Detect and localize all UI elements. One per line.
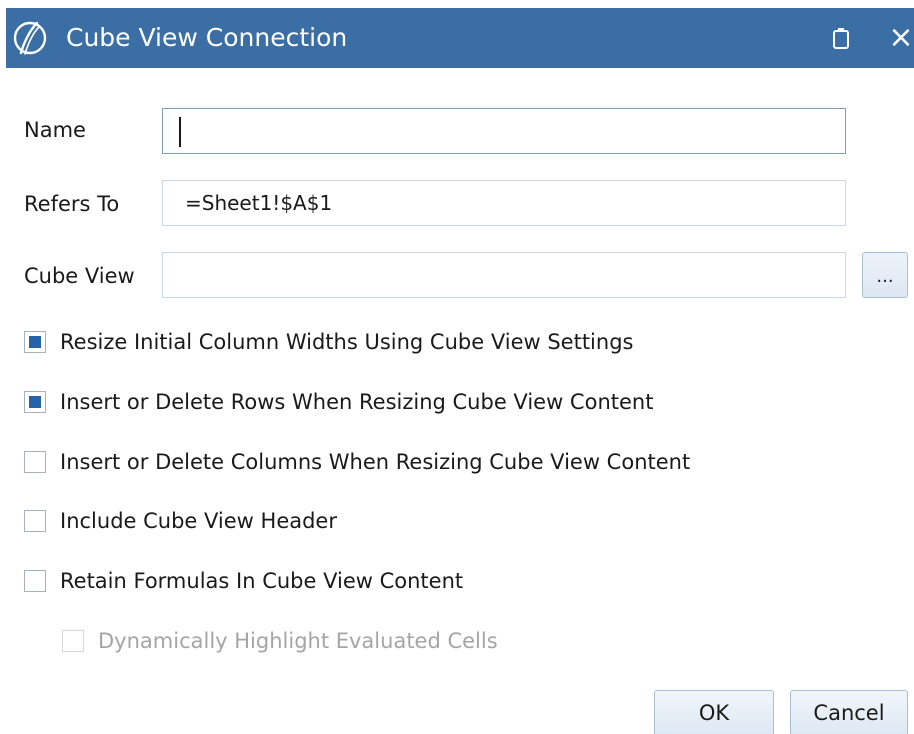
cube-view-input[interactable] [162, 252, 846, 298]
title-bar: Cube View Connection × [0, 0, 914, 68]
text-caret [179, 117, 181, 147]
option-include-header[interactable]: Include Cube View Header [24, 509, 337, 533]
dialog-title: Cube View Connection [66, 23, 348, 52]
restore-icon [833, 28, 849, 49]
cube-view-label: Cube View [24, 264, 135, 288]
option-label: Retain Formulas In Cube View Content [60, 569, 464, 593]
onestream-logo-icon [13, 21, 47, 55]
name-input[interactable] [162, 108, 846, 154]
option-checkbox[interactable] [24, 391, 46, 413]
close-icon: × [888, 20, 914, 55]
option-highlight-evaluated-cells: Dynamically Highlight Evaluated Cells [62, 629, 498, 653]
refers-to-input[interactable] [162, 180, 846, 226]
option-label: Insert or Delete Columns When Resizing C… [60, 450, 691, 474]
option-checkbox [62, 630, 84, 652]
name-label: Name [24, 118, 86, 142]
option-insert-delete-columns[interactable]: Insert or Delete Columns When Resizing C… [24, 450, 690, 474]
option-label: Insert or Delete Rows When Resizing Cube… [60, 390, 654, 414]
option-retain-formulas[interactable]: Retain Formulas In Cube View Content [24, 569, 463, 593]
ok-button[interactable]: OK [654, 690, 774, 734]
option-checkbox[interactable] [24, 331, 46, 353]
option-checkbox[interactable] [24, 510, 46, 532]
refers-to-label: Refers To [24, 192, 120, 216]
option-checkbox[interactable] [24, 451, 46, 473]
option-insert-delete-rows[interactable]: Insert or Delete Rows When Resizing Cube… [24, 390, 653, 414]
close-button[interactable]: × [886, 18, 914, 58]
option-label: Resize Initial Column Widths Using Cube … [60, 330, 634, 354]
option-resize-column-widths[interactable]: Resize Initial Column Widths Using Cube … [24, 330, 633, 354]
option-checkbox[interactable] [24, 570, 46, 592]
restore-button[interactable] [826, 18, 856, 58]
cancel-button[interactable]: Cancel [790, 690, 908, 734]
option-label: Include Cube View Header [60, 509, 337, 533]
cube-view-browse-button[interactable]: ... [862, 252, 908, 298]
cube-view-connection-dialog: Cube View Connection × Name Refers To Cu… [0, 0, 914, 734]
option-label: Dynamically Highlight Evaluated Cells [98, 629, 498, 653]
